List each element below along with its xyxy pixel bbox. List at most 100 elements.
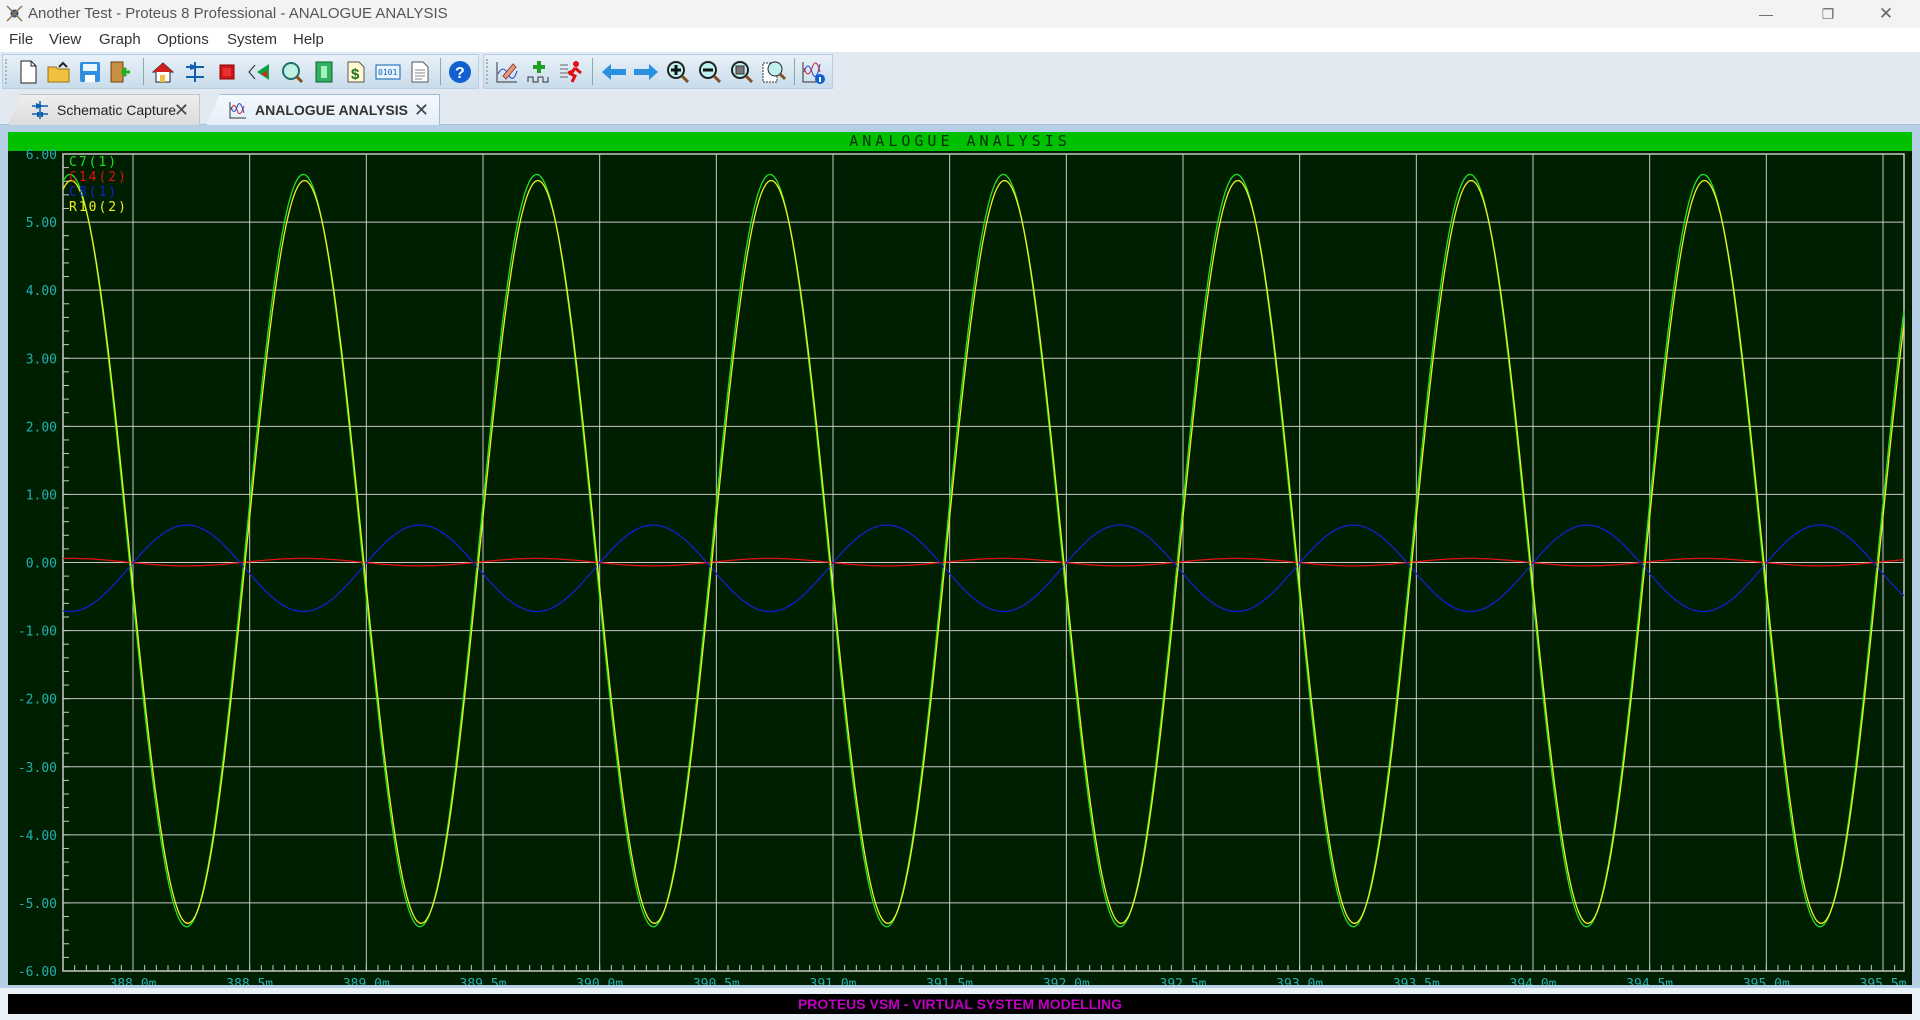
legend-entry[interactable]: C14(2): [69, 170, 128, 185]
plot-area[interactable]: 6.00 5.00 4.00 3.00 2.00 1.00 0.00 -1.00 -2.00 -3…: [8, 132, 1912, 985]
menu-system[interactable]: System: [227, 31, 277, 48]
new-button[interactable]: [15, 59, 41, 85]
gerber-button[interactable]: [279, 59, 305, 85]
help-button[interactable]: ?: [447, 59, 473, 85]
tab-analogue-analysis[interactable]: ANALOGUE ANALYSIS ✕: [206, 94, 440, 125]
minimize-button[interactable]: —: [1738, 0, 1794, 28]
y-tick-label: -2.00: [18, 693, 57, 708]
close-project-button[interactable]: [107, 59, 133, 85]
analogue-graph[interactable]: ANALOGUE ANALYSIS 6.00 5.00 4.00 3.00 2.00 1.…: [8, 132, 1912, 985]
proteus-logo-icon: [6, 5, 23, 22]
edit-graph-button[interactable]: [494, 59, 520, 85]
restore-button[interactable]: ❐: [1800, 0, 1856, 28]
menu-file[interactable]: File: [9, 31, 33, 48]
scroll-right-button[interactable]: [633, 59, 659, 85]
x-tick-label: 390.5m: [693, 977, 740, 985]
gerber-viewer-icon: [282, 62, 303, 83]
zoom-out-icon: [699, 61, 722, 84]
menu-view[interactable]: View: [49, 31, 81, 48]
y-tick-label: -6.00: [18, 965, 57, 980]
x-tick-label: 395.0m: [1743, 977, 1790, 985]
main-toolbar: $ 0101 ?: [2, 54, 479, 89]
menu-options[interactable]: Options: [157, 31, 209, 48]
axis-labels: 6.00 5.00 4.00 3.00 2.00 1.00 0.00 -1.00 -2.00 -3…: [18, 148, 1907, 985]
x-tick-label: 391.0m: [810, 977, 857, 985]
zoom-in-button[interactable]: [665, 59, 691, 85]
minimize-icon: —: [1759, 6, 1773, 22]
svg-text:0101: 0101: [378, 68, 397, 77]
y-tick-label: 1.00: [26, 488, 57, 503]
3d-visualizer-icon: [248, 64, 269, 80]
close-icon[interactable]: ✕: [174, 100, 189, 121]
zoom-out-button[interactable]: [697, 59, 723, 85]
svg-text:?: ?: [455, 65, 465, 82]
x-tick-label: 395.5m: [1860, 977, 1907, 985]
bill-of-materials-icon: $: [347, 61, 365, 83]
home-button[interactable]: [150, 59, 176, 85]
traces: [62, 173, 1905, 928]
add-trace-icon: [527, 61, 549, 83]
x-tick-label: 393.0m: [1276, 977, 1323, 985]
graph-info-button[interactable]: [800, 59, 826, 85]
notes-button[interactable]: [407, 59, 433, 85]
menu-bar: File View Graph Options System Help: [0, 28, 1920, 52]
pcb-button[interactable]: [214, 59, 240, 85]
design-explorer-icon: [315, 61, 333, 83]
tab-schematic-capture[interactable]: Schematic Capture ✕: [8, 94, 200, 125]
x-tick-label: 389.5m: [460, 977, 507, 985]
status-text: PROTEUS VSM - VIRTUAL SYSTEM MODELLING: [797, 996, 1123, 1012]
y-tick-label: 4.00: [26, 284, 57, 299]
tab-bar: Schematic Capture ✕ ANALOGUE ANALYSIS ✕: [0, 90, 1920, 125]
legend-entry[interactable]: C7(1): [69, 155, 118, 170]
scroll-left-icon: [602, 64, 626, 80]
graph-toolbar: [483, 54, 833, 89]
save-button[interactable]: [77, 59, 103, 85]
save-icon: [80, 62, 100, 82]
x-tick-label: 388.5m: [226, 977, 273, 985]
source-code-button[interactable]: 0101: [375, 59, 401, 85]
tab-label: ANALOGUE ANALYSIS: [255, 102, 408, 118]
close-project-icon: [110, 61, 130, 83]
bom-button[interactable]: $: [343, 59, 369, 85]
trace-c81: [62, 524, 1905, 613]
tab-label: Schematic Capture: [57, 102, 177, 118]
run-simulation-icon: [560, 61, 582, 83]
svg-text:$: $: [351, 66, 360, 83]
schematic-button[interactable]: [182, 59, 208, 85]
home-icon: [152, 62, 174, 83]
x-tick-label: 392.5m: [1160, 977, 1207, 985]
schematic-capture-icon: [32, 101, 48, 119]
zoom-all-button[interactable]: [729, 59, 755, 85]
analogue-graph-icon: [229, 102, 246, 119]
help-icon: ?: [449, 61, 471, 83]
pcb-layout-icon: [219, 64, 235, 80]
toolbar-separator: [440, 58, 441, 85]
new-document-icon: [20, 60, 37, 84]
toolbar-separator: [794, 58, 795, 85]
schematic-capture-icon: [186, 62, 204, 82]
source-code-icon: 0101: [375, 64, 401, 80]
run-simulation-button[interactable]: [558, 59, 584, 85]
legend-entry[interactable]: C8(1): [69, 185, 118, 200]
status-bar: PROTEUS VSM - VIRTUAL SYSTEM MODELLING: [8, 994, 1912, 1014]
toolbar-grip[interactable]: [5, 59, 9, 84]
x-tick-label: 393.5m: [1393, 977, 1440, 985]
legend-entry[interactable]: R10(2): [69, 200, 128, 215]
menu-graph[interactable]: Graph: [99, 31, 141, 48]
legend[interactable]: C7(1)C14(2)C8(1)R10(2): [69, 155, 128, 215]
zoom-in-icon: [667, 61, 690, 84]
toolbar-separator: [592, 58, 593, 85]
open-button[interactable]: [46, 59, 72, 85]
visualizer-button[interactable]: [246, 59, 272, 85]
scroll-left-button[interactable]: [601, 59, 627, 85]
zoom-area-button[interactable]: [761, 59, 787, 85]
close-icon[interactable]: ✕: [414, 100, 429, 121]
close-icon: ✕: [1878, 4, 1894, 23]
toolbar-grip[interactable]: [486, 59, 490, 84]
add-trace-button[interactable]: [526, 59, 552, 85]
menu-help[interactable]: Help: [293, 31, 324, 48]
open-folder-icon: [47, 61, 70, 83]
close-window-button[interactable]: ✕: [1858, 0, 1914, 28]
design-explorer-button[interactable]: [311, 59, 337, 85]
y-tick-label: 5.00: [26, 216, 57, 231]
